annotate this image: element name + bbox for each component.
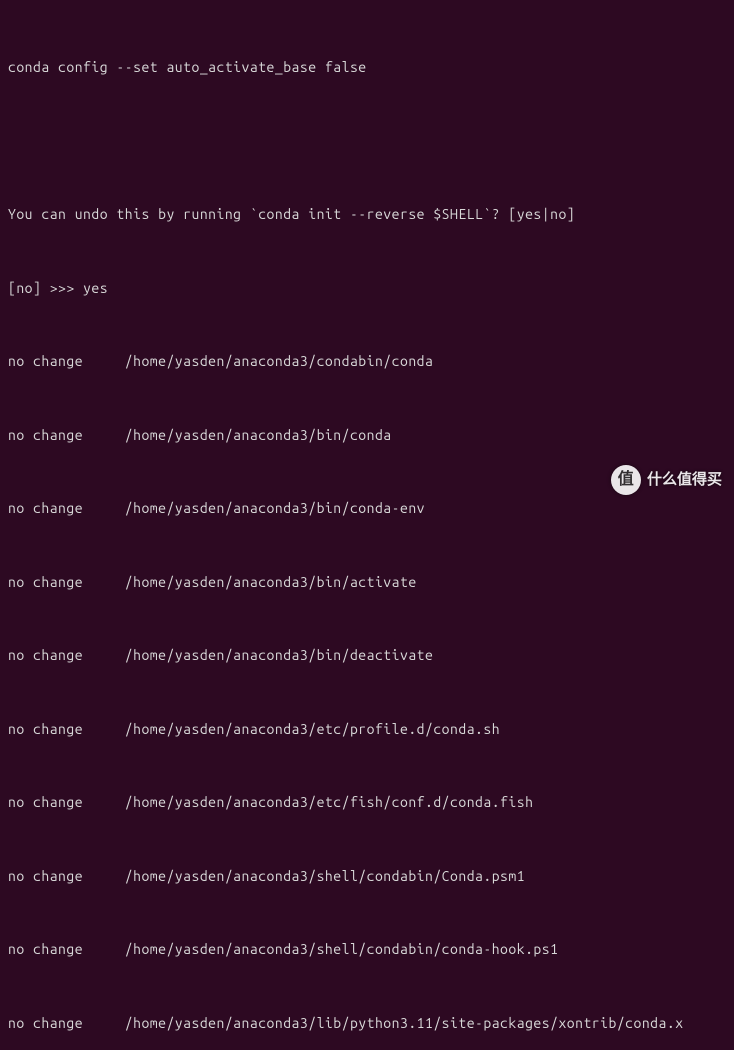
terminal-line: no change /home/yasden/anaconda3/bin/dea… [8,643,726,668]
terminal-line: no change /home/yasden/anaconda3/etc/fis… [8,790,726,815]
terminal-line: no change /home/yasden/anaconda3/lib/pyt… [8,1011,726,1036]
terminal-line: no change /home/yasden/anaconda3/shell/c… [8,864,726,889]
watermark-badge-icon: 值 [611,465,641,495]
terminal-line: no change /home/yasden/anaconda3/bin/con… [8,423,726,448]
terminal-line: conda config --set auto_activate_base fa… [8,55,726,80]
terminal-line: no change /home/yasden/anaconda3/shell/c… [8,937,726,962]
terminal-line: You can undo this by running `conda init… [8,202,726,227]
terminal-line: no change /home/yasden/anaconda3/bin/act… [8,570,726,595]
watermark-text: 什么值得买 [647,467,722,493]
terminal-blank [8,129,726,154]
watermark: 值 什么值得买 [611,465,722,495]
terminal-line: no change /home/yasden/anaconda3/etc/pro… [8,717,726,742]
terminal-output[interactable]: conda config --set auto_activate_base fa… [8,6,726,1050]
terminal-line: no change /home/yasden/anaconda3/bin/con… [8,496,726,521]
terminal-line: no change /home/yasden/anaconda3/condabi… [8,349,726,374]
terminal-line: [no] >>> yes [8,276,726,301]
